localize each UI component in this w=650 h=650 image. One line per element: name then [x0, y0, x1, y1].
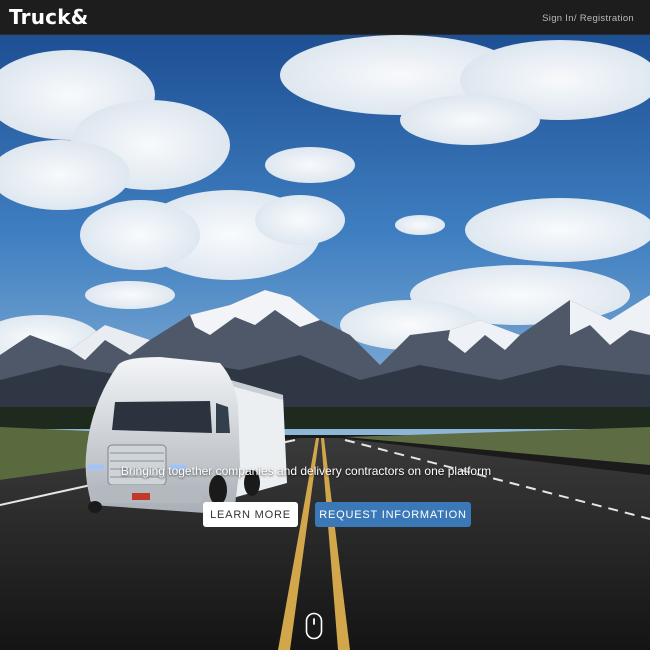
hero-tagline: Bringing together companies and delivery…: [120, 464, 492, 478]
learn-more-button[interactable]: LEARN MORE: [203, 502, 298, 527]
signin-registration-link[interactable]: Sign In/ Registration: [542, 13, 634, 24]
request-information-button[interactable]: REQUEST INFORMATION: [315, 502, 471, 527]
mouse-scroll-icon[interactable]: [305, 612, 323, 640]
brand-logo[interactable]: Truck&: [9, 5, 88, 29]
hero-banner: Bringing together companies and delivery…: [0, 35, 650, 650]
hero-background-image: [0, 35, 650, 650]
top-navigation-bar: Truck& Sign In/ Registration: [0, 0, 650, 35]
